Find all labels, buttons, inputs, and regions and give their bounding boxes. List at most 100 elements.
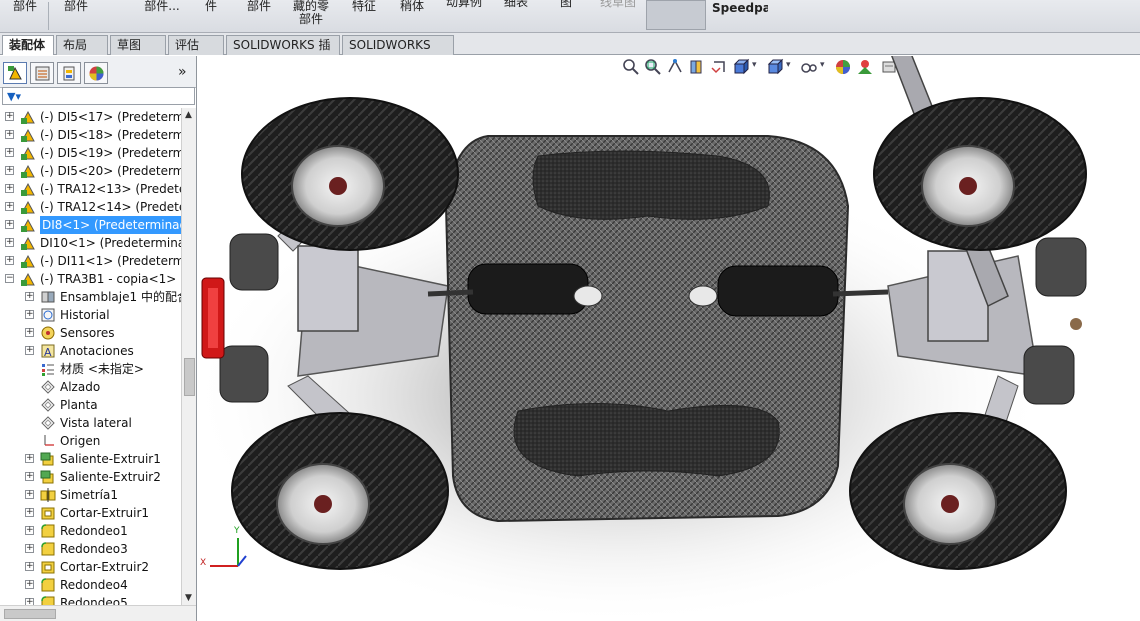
expand-icon[interactable]: + <box>25 544 34 553</box>
triad-y-label: Y <box>234 526 240 536</box>
expand-icon[interactable]: + <box>5 256 14 265</box>
tree-row[interactable]: + A Anotaciones <box>0 342 181 360</box>
expand-icon[interactable]: + <box>5 220 14 229</box>
toolbar-separator <box>48 2 49 30</box>
expand-icon[interactable]: + <box>5 166 14 175</box>
expand-icon[interactable]: + <box>5 130 14 139</box>
tree-row[interactable]: + (-) DI5<20> (Predeterm <box>0 162 181 180</box>
appearance-manager-tab[interactable] <box>84 62 108 84</box>
tab-evaluate[interactable]: 评估 <box>168 35 224 55</box>
tree-row[interactable]: Vista lateral <box>0 414 181 432</box>
horizontal-scroll-thumb[interactable] <box>4 609 56 619</box>
tree-row[interactable]: + DI8<1> (Predeterminad <box>0 216 181 234</box>
expand-icon[interactable]: + <box>5 184 14 193</box>
tree-row[interactable]: + Cortar-Extruir2 <box>0 558 181 576</box>
feature-tree-tab[interactable] <box>3 62 27 84</box>
cut-icon <box>40 559 56 575</box>
tree-row[interactable]: + Sensores <box>0 324 181 342</box>
toolbar-button-7[interactable]: 特征 <box>348 0 380 33</box>
expand-icon[interactable]: + <box>25 472 34 481</box>
configuration-manager-tab[interactable] <box>57 62 81 84</box>
tree-row[interactable]: − (-) TRA3B1 - copia<1> ( <box>0 270 181 288</box>
property-icon <box>35 66 50 81</box>
toolbar-button-8[interactable]: 稍体 <box>396 0 428 33</box>
tree-row[interactable]: + (-) TRA12<13> (Predete <box>0 180 181 198</box>
tree-row[interactable]: + (-) TRA12<14> (Predete <box>0 198 181 216</box>
toolbar-button-6[interactable]: 藏的零 部件 <box>290 0 332 33</box>
expand-icon[interactable]: + <box>25 508 34 517</box>
tree-item-label: Cortar-Extruir2 <box>60 560 150 574</box>
expand-icon[interactable]: + <box>5 112 14 121</box>
tree-row[interactable]: + Redondeo3 <box>0 540 181 558</box>
fillet-icon <box>40 541 56 557</box>
expand-icon[interactable]: + <box>25 580 34 589</box>
tree-row[interactable]: + (-) DI5<17> (Predeterm <box>0 108 181 126</box>
tree-row[interactable]: + Saliente-Extruir2 <box>0 468 181 486</box>
expand-icon[interactable]: + <box>25 490 34 499</box>
appearance-icon <box>89 66 104 81</box>
expand-icon[interactable]: + <box>25 310 34 319</box>
toolbar-button-1[interactable]: 部件 <box>6 0 44 33</box>
property-manager-tab[interactable] <box>30 62 54 84</box>
tree-row[interactable]: 材质 <未指定> <box>0 360 181 378</box>
solidworks-window: 部件 部件 部件... 件 部件 藏的零 部件 特征 稍体 动算例 细表 图 线… <box>0 0 1140 621</box>
tree-row[interactable]: Planta <box>0 396 181 414</box>
collapse-icon[interactable]: − <box>5 274 14 283</box>
tree-horizontal-scrollbar[interactable] <box>0 605 196 621</box>
tree-item-label: Redondeo5 <box>60 596 128 605</box>
scroll-thumb[interactable] <box>184 358 195 396</box>
tree-row[interactable]: + Redondeo4 <box>0 576 181 594</box>
toolbar-button-3[interactable]: 部件... <box>140 0 184 33</box>
tree-row[interactable]: + Cortar-Extruir1 <box>0 504 181 522</box>
graphics-viewport[interactable]: ▾ ▾ ▾ ▾ <box>198 56 1140 621</box>
filter-icon[interactable]: ▼▾ <box>7 90 21 103</box>
toolbar-button-9[interactable]: 动算例 <box>442 0 486 16</box>
tree-row[interactable]: + Redondeo5 <box>0 594 181 605</box>
vehicle-chassis-model[interactable] <box>198 56 1140 621</box>
expand-icon[interactable]: + <box>25 346 34 355</box>
speedpak-button[interactable]: Speedpak <box>712 2 768 18</box>
tab-assembly[interactable]: 装配体 <box>2 35 54 55</box>
toolbar-button-11[interactable]: 图 <box>556 0 576 16</box>
toolbar-button-12[interactable]: 线草图 <box>596 0 640 16</box>
tab-sketch[interactable]: 草图 <box>110 35 166 55</box>
tree-filter-bar[interactable]: ▼▾ <box>2 87 195 105</box>
tab-solidworks-mbd[interactable]: SOLIDWORKS MBD <box>342 35 454 70</box>
expand-icon[interactable]: + <box>25 454 34 463</box>
tree-row[interactable]: + Historial <box>0 306 181 324</box>
tree-row[interactable]: + (-) DI5<18> (Predeterm <box>0 126 181 144</box>
feature-tree-icon <box>8 66 22 80</box>
expand-icon[interactable]: + <box>25 292 34 301</box>
expand-icon[interactable]: + <box>5 202 14 211</box>
tab-solidworks-addins[interactable]: SOLIDWORKS 插件 <box>226 35 340 70</box>
tree-row[interactable]: + Ensamblaje1 中的配合 <box>0 288 181 306</box>
tree-row[interactable]: + (-) DI11<1> (Predeterm <box>0 252 181 270</box>
tree-item-label: DI10<1> (Predetermina <box>40 236 181 250</box>
tree-row[interactable]: + DI10<1> (Predetermina <box>0 234 181 252</box>
expand-icon[interactable]: + <box>25 526 34 535</box>
expand-icon[interactable]: + <box>5 148 14 157</box>
toolbar-button-10[interactable]: 细表 <box>500 0 532 16</box>
tab-layout[interactable]: 布局 <box>56 35 108 55</box>
tree-row[interactable]: + Saliente-Extruir1 <box>0 450 181 468</box>
tree-item-label: (-) TRA12<13> (Predete <box>40 182 181 196</box>
tree-item-label: (-) TRA3B1 - copia<1> ( <box>40 272 181 286</box>
expand-icon[interactable]: + <box>5 238 14 247</box>
tree-vertical-scrollbar[interactable]: ▲ ▼ <box>181 108 196 605</box>
toolbar-button-4[interactable]: 件 <box>198 0 224 33</box>
toolbar-button-2[interactable]: 部件 <box>56 0 96 33</box>
scroll-up-icon[interactable]: ▲ <box>185 110 192 120</box>
panel-expand-arrow[interactable]: » <box>178 64 187 80</box>
tree-row[interactable]: Origen <box>0 432 181 450</box>
plane-icon <box>40 415 56 431</box>
tree-row[interactable]: + (-) DI5<19> (Predeterm <box>0 144 181 162</box>
toolbar-button-5[interactable]: 部件 <box>244 0 274 33</box>
expand-icon[interactable]: + <box>25 598 34 605</box>
tree-row[interactable]: + Redondeo1 <box>0 522 181 540</box>
tree-row[interactable]: + Simetría1 <box>0 486 181 504</box>
expand-icon[interactable]: + <box>25 562 34 571</box>
expand-icon[interactable]: + <box>25 328 34 337</box>
toolbar-blank-button[interactable] <box>646 0 706 30</box>
tree-row[interactable]: Alzado <box>0 378 181 396</box>
scroll-down-icon[interactable]: ▼ <box>185 593 192 603</box>
